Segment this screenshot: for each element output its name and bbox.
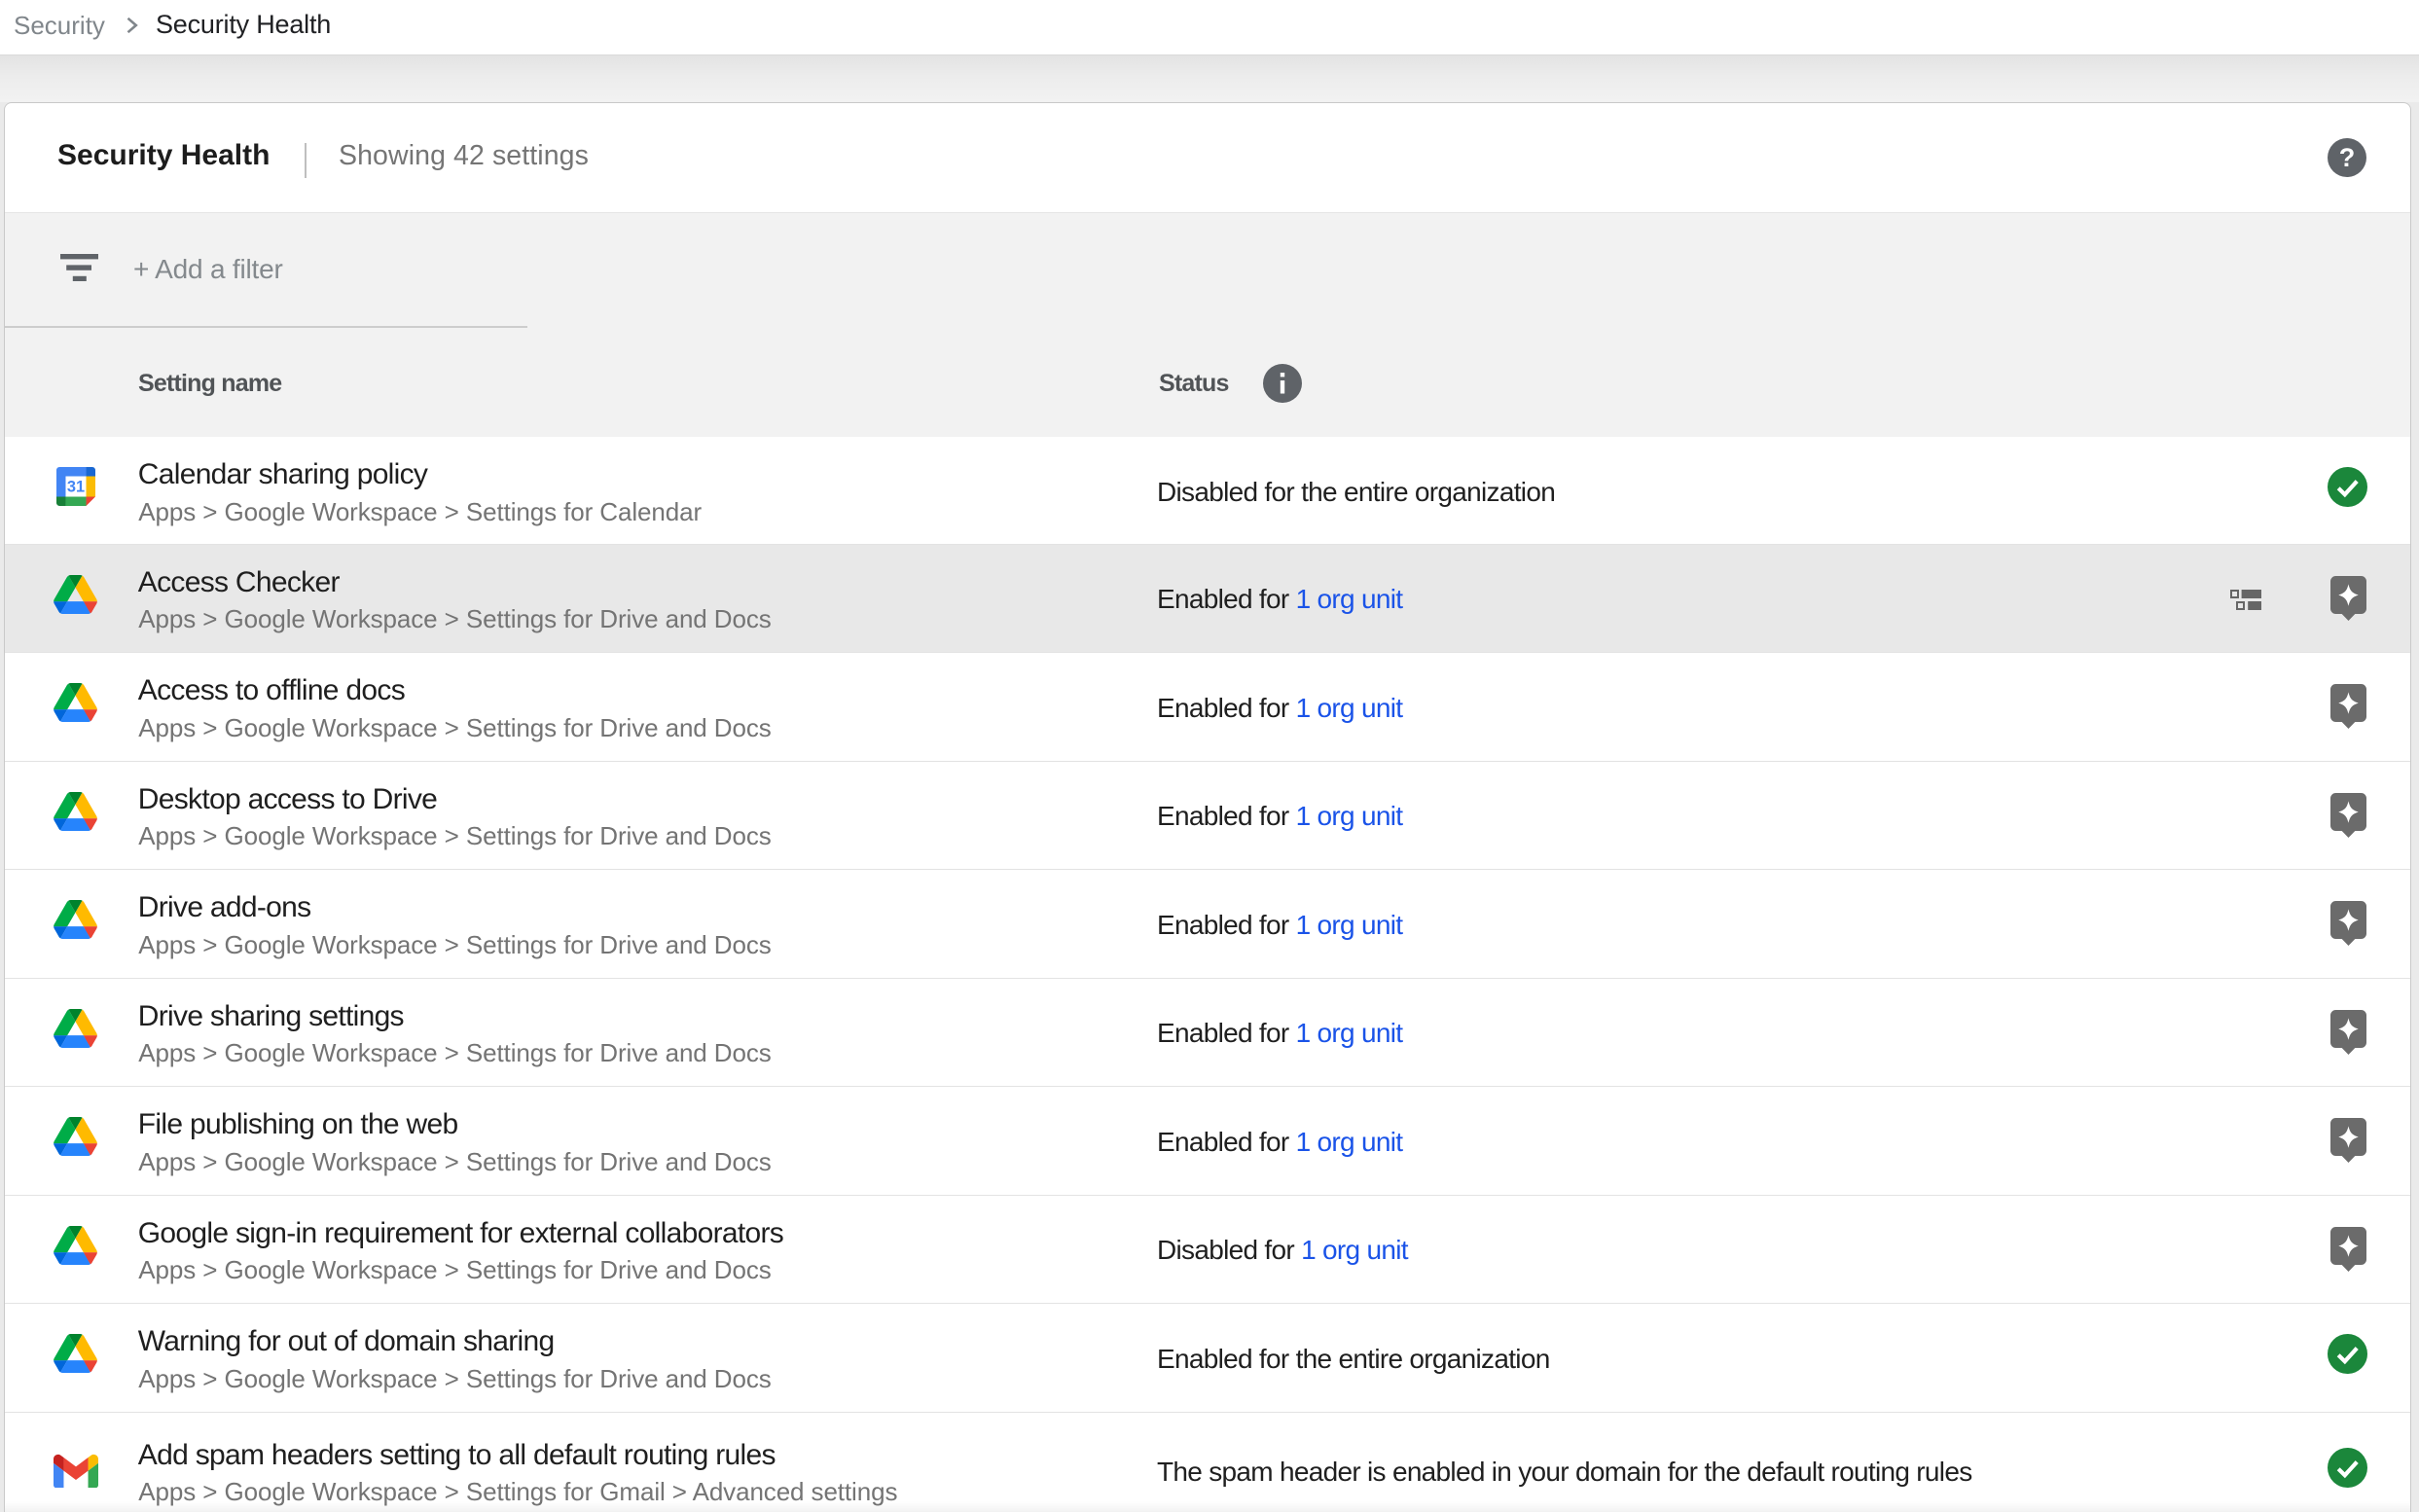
svg-text:31: 31 bbox=[67, 478, 85, 495]
